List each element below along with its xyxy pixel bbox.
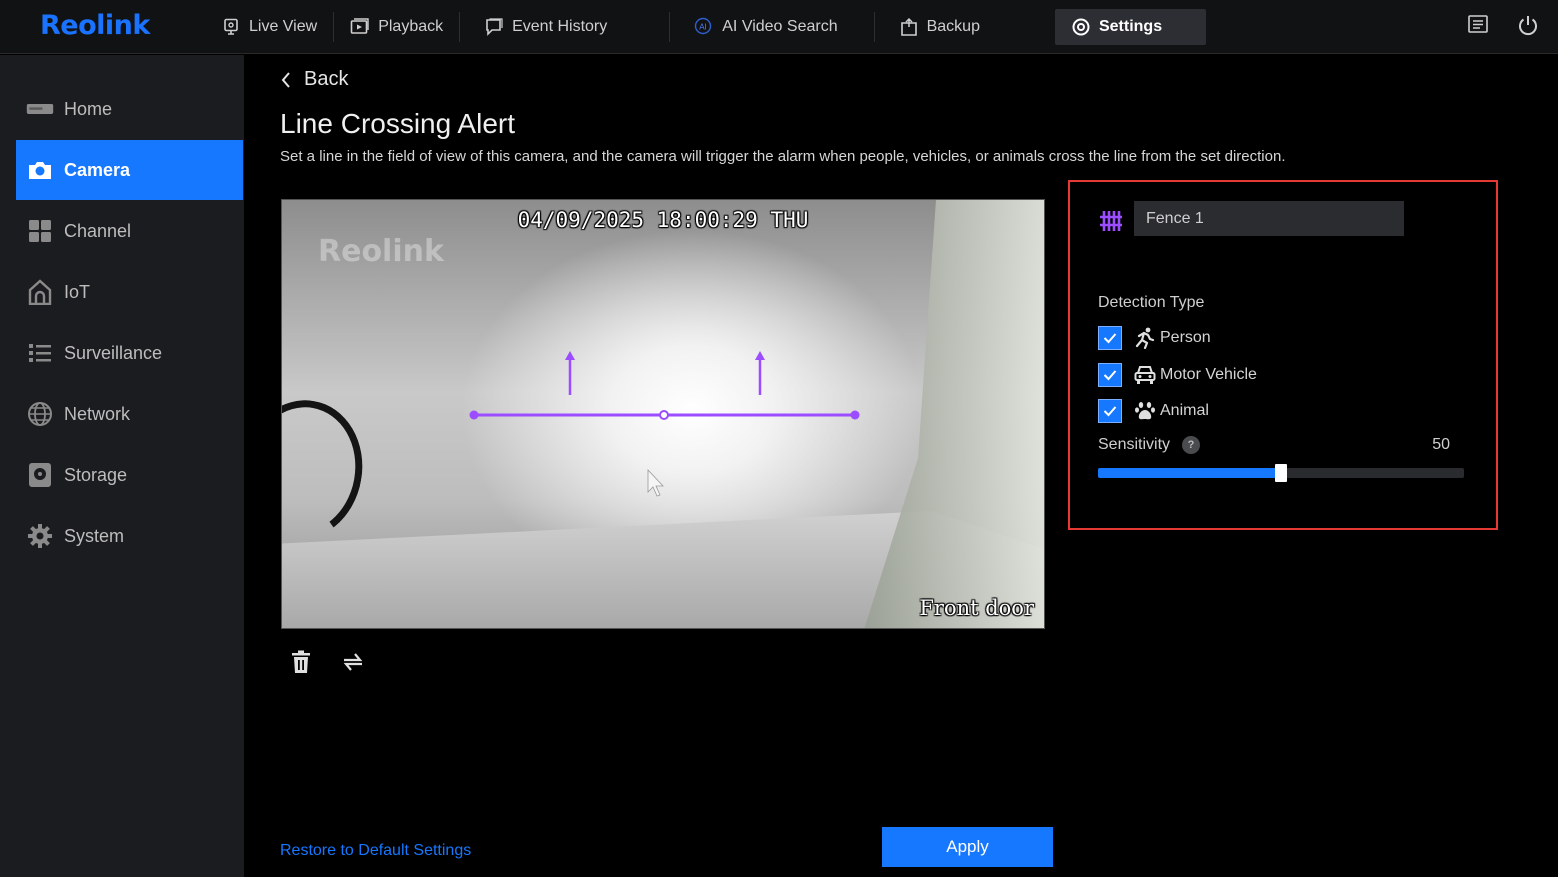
nav-backup-label: Backup (926, 18, 980, 35)
storage-icon (26, 461, 54, 489)
nav-ai-video-search-label: AI Video Search (722, 18, 838, 35)
person-running-icon (1134, 327, 1156, 349)
gear-icon (1071, 17, 1091, 37)
backup-icon (899, 17, 919, 37)
globe-icon (26, 400, 54, 428)
detection-type-person[interactable]: Person (1098, 325, 1211, 351)
nav-divider (669, 12, 671, 42)
list-icon (26, 339, 54, 367)
top-right-actions (1466, 13, 1540, 37)
nav-live-view-label: Live View (249, 18, 318, 35)
detection-type-animal[interactable]: Animal (1098, 398, 1209, 424)
playback-icon (350, 17, 370, 37)
mouse-cursor-icon (647, 468, 664, 497)
channel-grid-icon (26, 217, 54, 245)
line-settings-panel: Detection Type Person Motor Vehicle Anim… (1068, 180, 1498, 530)
apply-button[interactable]: Apply (882, 827, 1053, 867)
line-endpoint-handle[interactable] (850, 410, 860, 420)
gear-icon (26, 522, 54, 550)
sidebar-item-label: System (64, 525, 125, 546)
sidebar-item-channel[interactable]: Channel (16, 201, 243, 261)
home-device-icon (26, 95, 54, 123)
sidebar-item-label: Network (64, 403, 131, 424)
animal-checkbox[interactable] (1098, 399, 1122, 423)
power-icon[interactable] (1516, 13, 1540, 37)
svg-text:AI: AI (699, 23, 707, 32)
sidebar-item-storage[interactable]: Storage (16, 445, 243, 505)
line-midpoint-handle[interactable] (659, 410, 669, 420)
nav-playback[interactable]: Playback (334, 9, 459, 45)
ai-search-icon: AI (694, 17, 714, 37)
swap-direction-icon[interactable] (340, 648, 366, 676)
nav-ai-video-search[interactable]: AI AI Video Search (678, 9, 853, 45)
monitor-icon (221, 17, 241, 37)
nav-playback-label: Playback (378, 18, 444, 35)
sensitivity-slider-handle[interactable] (1275, 464, 1287, 482)
sensitivity-value: 50 (1432, 436, 1450, 453)
person-label: Person (1160, 329, 1211, 346)
page-description: Set a line in the field of view of this … (280, 148, 1286, 165)
camera-preview[interactable]: Reolink 04/09/2025 18:00:29 THU Front do… (281, 199, 1045, 629)
nav-backup[interactable]: Backup (883, 9, 996, 45)
line-endpoint-handle[interactable] (469, 410, 479, 420)
line-tools (288, 648, 366, 676)
nav-settings-label: Settings (1098, 18, 1163, 35)
help-icon[interactable]: ? (1182, 436, 1201, 454)
sidebar-item-system[interactable]: System (16, 506, 243, 566)
top-bar: Reolink Live View Playback Event History… (0, 0, 1558, 54)
sidebar: Home Camera Channel IoT Surveillance Net… (0, 55, 244, 877)
message-icon[interactable] (1466, 13, 1490, 37)
sensitivity-label: Sensitivity ? (1098, 436, 1201, 454)
camera-icon (26, 156, 54, 184)
sidebar-item-label: Storage (64, 464, 128, 485)
restore-defaults-link[interactable]: Restore to Default Settings (280, 842, 471, 860)
nav-settings[interactable]: Settings (1054, 9, 1206, 45)
nav-divider (459, 12, 461, 42)
sidebar-item-home[interactable]: Home (16, 79, 243, 139)
sidebar-item-network[interactable]: Network (16, 384, 243, 444)
page-title: Line Crossing Alert (280, 108, 516, 139)
sidebar-item-label: Home (64, 98, 113, 119)
sidebar-item-camera[interactable]: Camera (16, 140, 243, 200)
nav-event-history[interactable]: Event History (468, 9, 623, 45)
line-crossing-overlay (469, 351, 860, 497)
trash-icon[interactable] (288, 648, 314, 676)
sensitivity-slider[interactable] (1098, 464, 1464, 482)
top-navigation: Live View Playback Event History AI AI V… (205, 9, 1206, 45)
sidebar-item-label: IoT (64, 281, 91, 302)
chevron-left-icon (280, 69, 296, 91)
nav-event-history-label: Event History (512, 18, 608, 35)
motor-vehicle-checkbox[interactable] (1098, 363, 1122, 387)
sensitivity-label-text: Sensitivity (1098, 436, 1171, 453)
nav-live-view[interactable]: Live View (205, 9, 333, 45)
detection-type-label: Detection Type (1098, 294, 1205, 311)
fence-line-icon (1098, 208, 1124, 234)
animal-label: Animal (1160, 402, 1209, 419)
direction-arrow-icon (565, 351, 575, 360)
event-history-icon (484, 17, 504, 37)
fence-name-input[interactable] (1134, 201, 1404, 236)
iot-house-icon (26, 278, 54, 306)
person-checkbox[interactable] (1098, 326, 1122, 350)
back-button[interactable]: Back (280, 68, 348, 91)
sidebar-item-label: Camera (64, 159, 131, 180)
nav-divider (873, 12, 875, 42)
sidebar-item-label: Channel (64, 220, 132, 241)
back-label: Back (304, 68, 349, 90)
sensitivity-slider-fill (1098, 468, 1281, 478)
sidebar-item-iot[interactable]: IoT (16, 262, 243, 322)
paw-icon (1134, 400, 1156, 422)
sidebar-item-label: Surveillance (64, 342, 163, 363)
reolink-logo[interactable]: Reolink (40, 10, 150, 41)
sidebar-item-surveillance[interactable]: Surveillance (16, 323, 243, 383)
car-icon (1134, 364, 1156, 386)
direction-arrow-icon (755, 351, 765, 360)
motor-vehicle-label: Motor Vehicle (1160, 366, 1257, 383)
detection-type-motor-vehicle[interactable]: Motor Vehicle (1098, 362, 1257, 388)
